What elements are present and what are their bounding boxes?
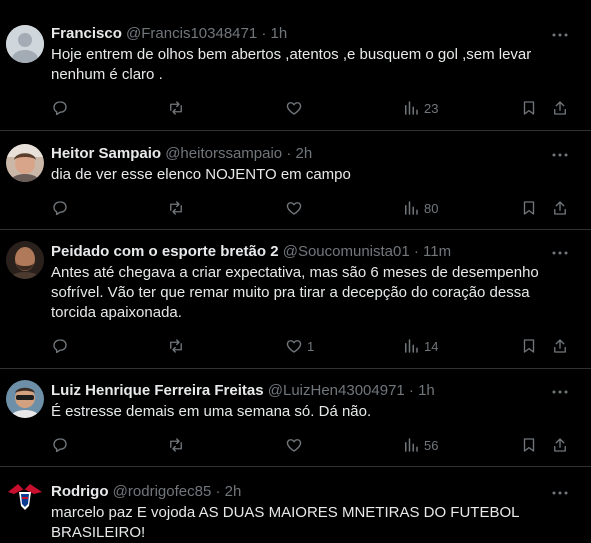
share-icon	[554, 438, 566, 452]
more-options-icon[interactable]	[551, 146, 569, 164]
reply-icon	[53, 438, 67, 453]
share-button[interactable]	[551, 336, 569, 356]
like-button[interactable]: 1	[285, 336, 314, 356]
tweet-time[interactable]: 11m	[423, 243, 451, 260]
tweet-text: Hoje entrem de olhos bem abertos ,atento…	[51, 46, 532, 83]
share-button[interactable]	[551, 198, 569, 218]
reply-icon	[53, 201, 67, 216]
tweet-time[interactable]: 1h	[271, 25, 288, 42]
reply-button[interactable]	[51, 336, 69, 356]
like-count: 1	[307, 338, 315, 354]
heart-icon	[286, 102, 302, 115]
views-icon	[405, 339, 418, 353]
author-handle[interactable]: @Francis10348471	[126, 25, 257, 42]
retweet-icon	[170, 101, 182, 115]
more-options-icon[interactable]	[551, 26, 569, 44]
avatar[interactable]	[6, 241, 44, 279]
heart-icon	[286, 439, 302, 452]
more-options-icon[interactable]	[551, 244, 569, 262]
tweet-text: É estresse demais em uma semana só. Dá n…	[51, 403, 372, 420]
views-icon	[405, 101, 418, 115]
view-count: 56	[424, 437, 439, 453]
bookmark-button[interactable]	[520, 336, 538, 356]
reply-icon	[53, 339, 67, 354]
view-count: 80	[424, 200, 439, 216]
share-icon	[554, 101, 566, 115]
views-button[interactable]: 80	[402, 198, 438, 218]
view-count: 23	[424, 100, 439, 116]
bookmark-icon	[523, 339, 535, 353]
tweet-text: marcelo paz E vojoda AS DUAS MAIORES MNE…	[51, 504, 520, 541]
tweet-time[interactable]: 2h	[225, 483, 242, 500]
heart-icon	[286, 340, 302, 353]
bookmark-button[interactable]	[520, 198, 538, 218]
avatar[interactable]	[6, 380, 44, 418]
retweet-button[interactable]	[167, 336, 185, 356]
author-handle[interactable]: @rodrigofec85	[113, 483, 212, 500]
retweet-button[interactable]	[167, 435, 185, 455]
retweet-button[interactable]	[167, 98, 185, 118]
tweet[interactable]: Rodrigo @rodrigofec85 · 2h marcelo paz E…	[0, 467, 591, 543]
author-name[interactable]: Francisco	[51, 25, 122, 42]
author-name[interactable]: Luiz Henrique Ferreira Freitas	[51, 382, 264, 399]
views-icon	[405, 201, 418, 215]
bookmark-icon	[523, 101, 535, 115]
bookmark-button[interactable]	[520, 98, 538, 118]
views-button[interactable]: 23	[402, 98, 438, 118]
avatar[interactable]	[6, 478, 44, 516]
tweet-text: Antes até chegava a criar expectativa, m…	[51, 264, 539, 321]
like-button[interactable]	[285, 98, 307, 118]
tweet[interactable]: Heitor Sampaio @heitorssampaio · 2h dia …	[0, 131, 591, 230]
tweet[interactable]: Francisco @Francis10348471 · 1h Hoje ent…	[0, 0, 591, 131]
author-handle[interactable]: @LuizHen43004971	[268, 382, 405, 399]
retweet-icon	[170, 438, 182, 452]
like-button[interactable]	[285, 435, 307, 455]
bookmark-button[interactable]	[520, 435, 538, 455]
heart-icon	[286, 202, 302, 215]
reply-icon	[53, 101, 67, 116]
views-button[interactable]: 14	[402, 336, 438, 356]
views-icon	[405, 438, 418, 452]
retweet-button[interactable]	[167, 198, 185, 218]
bookmark-icon	[523, 201, 535, 215]
author-handle[interactable]: @Soucomunista01	[283, 243, 410, 260]
reply-button[interactable]	[51, 435, 69, 455]
more-options-icon[interactable]	[551, 484, 569, 502]
view-count: 14	[424, 338, 439, 354]
share-icon	[554, 339, 566, 353]
share-icon	[554, 201, 566, 215]
share-button[interactable]	[551, 98, 569, 118]
retweet-icon	[170, 201, 182, 215]
reply-button[interactable]	[51, 198, 69, 218]
avatar[interactable]	[6, 25, 44, 63]
share-button[interactable]	[551, 435, 569, 455]
tweet-time[interactable]: 2h	[296, 145, 313, 162]
author-handle[interactable]: @heitorssampaio	[165, 145, 282, 162]
views-button[interactable]: 56	[402, 435, 438, 455]
more-options-icon[interactable]	[551, 383, 569, 401]
tweet[interactable]: Peidado com o esporte bretão 2 @Soucomun…	[0, 230, 591, 369]
author-name[interactable]: Heitor Sampaio	[51, 145, 161, 162]
tweet-time[interactable]: 1h	[418, 382, 435, 399]
retweet-icon	[170, 339, 182, 353]
bookmark-icon	[523, 438, 535, 452]
like-button[interactable]	[285, 198, 307, 218]
tweet-text: dia de ver esse elenco NOJENTO em campo	[51, 166, 351, 183]
avatar[interactable]	[6, 144, 44, 182]
author-name[interactable]: Peidado com o esporte bretão 2	[51, 243, 279, 260]
reply-button[interactable]	[51, 98, 69, 118]
tweet[interactable]: Luiz Henrique Ferreira Freitas @LuizHen4…	[0, 369, 591, 467]
author-name[interactable]: Rodrigo	[51, 483, 109, 500]
